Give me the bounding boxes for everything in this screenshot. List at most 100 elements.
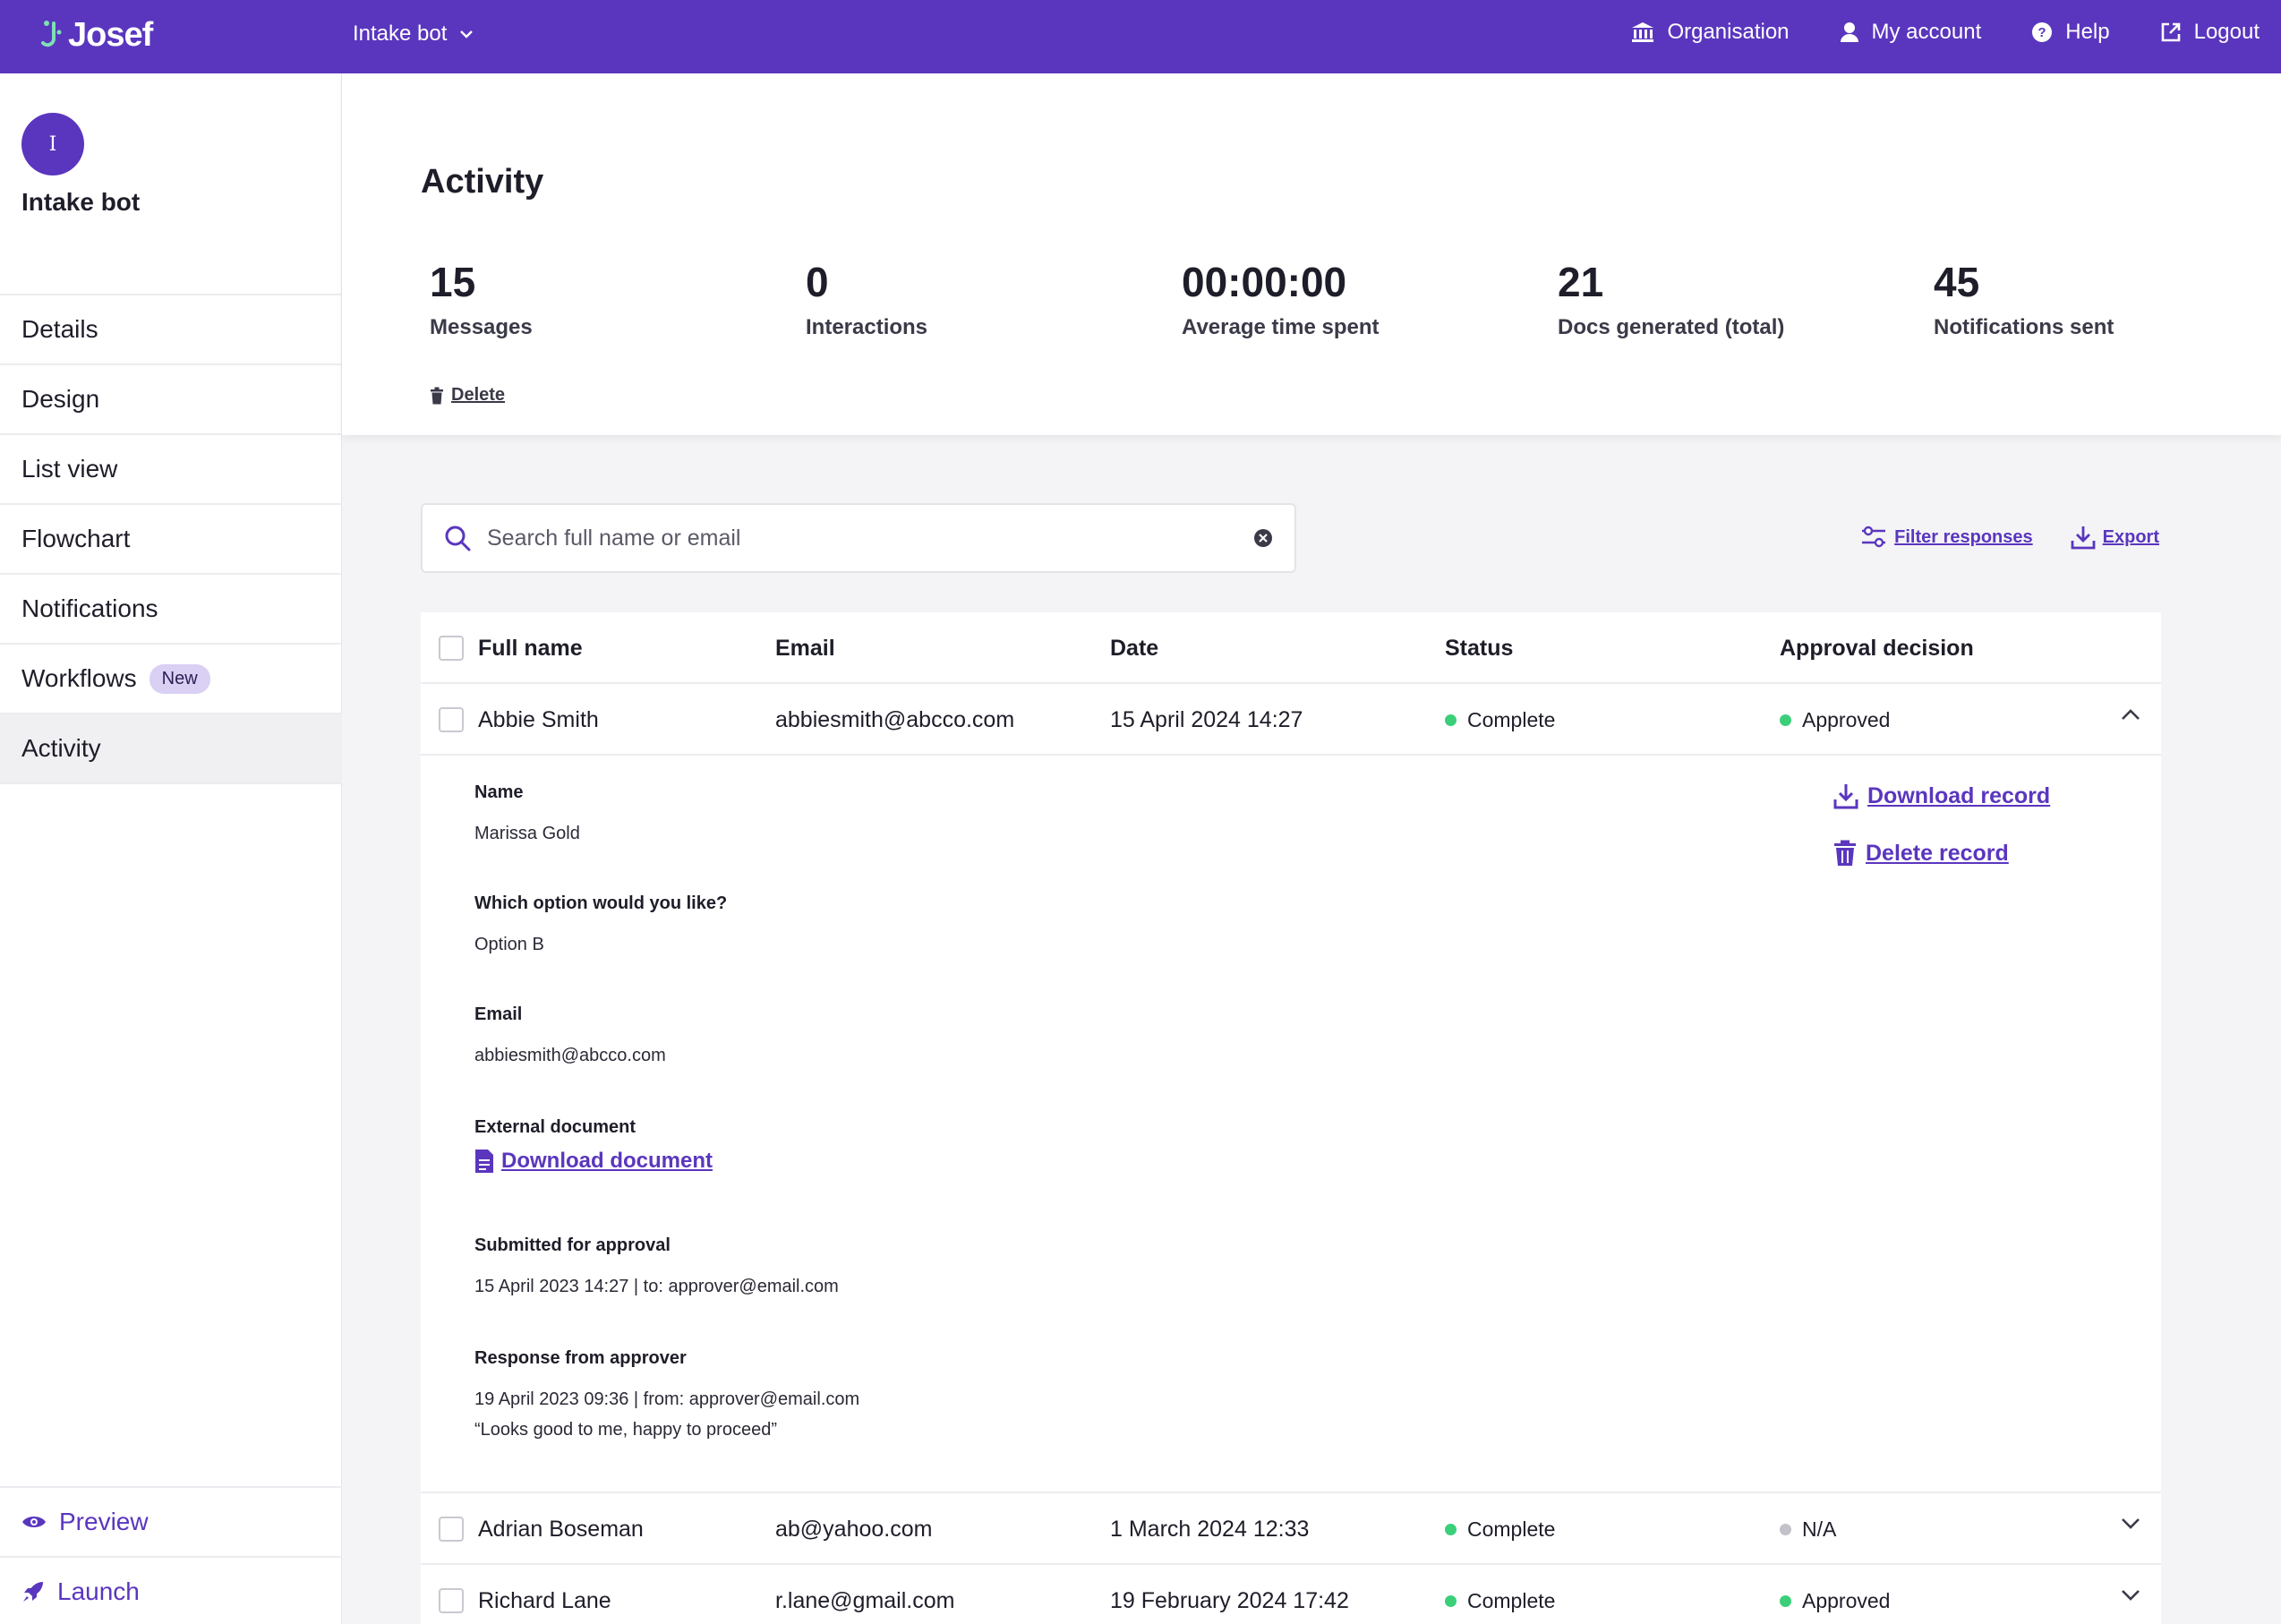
stat-value: 0 bbox=[806, 259, 829, 305]
column-header-date[interactable]: Date bbox=[1110, 612, 1158, 684]
select-all-checkbox[interactable] bbox=[439, 636, 464, 661]
sidebar-item-workflows[interactable]: Workflows New bbox=[0, 645, 342, 714]
eye-icon bbox=[22, 1517, 46, 1527]
sidebar-item-design[interactable]: Design bbox=[0, 365, 342, 435]
stat-label: Docs generated (total) bbox=[1558, 315, 1785, 339]
logo-mark-icon bbox=[41, 20, 62, 47]
field-value: abbiesmith@abcco.com bbox=[474, 1046, 666, 1065]
josef-logo[interactable]: Josef bbox=[39, 16, 153, 55]
preview-button[interactable]: Preview bbox=[0, 1488, 342, 1558]
table-row[interactable]: Adrian Boseman ab@yahoo.com 1 March 2024… bbox=[421, 1493, 2161, 1565]
sidebar-item-label: Details bbox=[21, 315, 98, 343]
column-header-status[interactable]: Status bbox=[1445, 612, 1513, 684]
chevron-down-icon[interactable] bbox=[2120, 1588, 2141, 1603]
stat-average-time: 00:00:00 Average time spent bbox=[1182, 261, 1558, 340]
field-label: Submitted for approval bbox=[474, 1235, 671, 1255]
stat-notifications-sent: 45 Notifications sent bbox=[1934, 261, 2281, 340]
column-header-full-name[interactable]: Full name bbox=[478, 612, 583, 684]
nav-organisation-label: Organisation bbox=[1667, 20, 1790, 44]
status-dot bbox=[1445, 714, 1457, 726]
field-label: Response from approver bbox=[474, 1348, 687, 1368]
field-value: 19 April 2023 09:36 | from: approver@ema… bbox=[474, 1389, 860, 1409]
row-status: Complete bbox=[1445, 684, 1555, 756]
filter-sliders-icon bbox=[1862, 526, 1886, 548]
nav-my-account-label: My account bbox=[1871, 20, 1982, 44]
logout-icon bbox=[2161, 22, 2180, 42]
field-value: Marissa Gold bbox=[474, 824, 580, 843]
detail-external-document: External document Download document bbox=[474, 1117, 713, 1174]
download-icon bbox=[2071, 526, 2096, 550]
status-text: Complete bbox=[1467, 1588, 1556, 1612]
response-quote: “Looks good to me, happy to proceed” bbox=[474, 1420, 777, 1440]
new-badge: New bbox=[149, 663, 210, 694]
sidebar-bottom: Preview Launch bbox=[0, 1486, 342, 1624]
row-email: r.lane@gmail.com bbox=[775, 1587, 955, 1613]
stat-value: 21 bbox=[1558, 259, 1604, 305]
sidebar-item-flowchart[interactable]: Flowchart bbox=[0, 505, 342, 575]
sidebar-item-details[interactable]: Details bbox=[0, 295, 342, 365]
detail-submitted: Submitted for approval 15 April 2023 14:… bbox=[474, 1235, 839, 1301]
bot-switcher[interactable]: Intake bot bbox=[353, 21, 474, 47]
delete-label: Delete bbox=[451, 385, 506, 405]
row-checkbox[interactable] bbox=[439, 1588, 464, 1613]
sidebar-nav: Details Design List view Flowchart Notif… bbox=[0, 294, 342, 784]
delete-record-link[interactable]: Delete record bbox=[1833, 840, 2050, 867]
download-record-label: Download record bbox=[1867, 782, 2051, 808]
status-dot bbox=[1445, 1594, 1457, 1607]
launch-button[interactable]: Launch bbox=[0, 1558, 342, 1624]
activity-header: Activity 15 Messages 0 Interactions 00:0… bbox=[342, 73, 2281, 435]
stat-label: Interactions bbox=[806, 315, 928, 339]
stat-label: Average time spent bbox=[1182, 315, 1380, 339]
detail-option: Which option would you like? Option B bbox=[474, 893, 727, 959]
chevron-down-icon[interactable] bbox=[2120, 1517, 2141, 1531]
sidebar-item-label: Flowchart bbox=[21, 525, 131, 552]
sidebar-item-activity[interactable]: Activity bbox=[0, 714, 342, 784]
download-document-label: Download document bbox=[501, 1149, 713, 1173]
stat-label: Messages bbox=[430, 315, 533, 339]
sidebar-item-list-view[interactable]: List view bbox=[0, 435, 342, 505]
top-bar: Josef Intake bot Organisation My account bbox=[0, 0, 2281, 73]
column-header-approval[interactable]: Approval decision bbox=[1780, 612, 1974, 684]
row-date: 15 April 2024 14:27 bbox=[1110, 706, 1303, 732]
row-detail-panel: Name Marissa Gold Which option would you… bbox=[421, 756, 2161, 1493]
export-link[interactable]: Export bbox=[2071, 525, 2159, 550]
table-row[interactable]: Richard Lane r.lane@gmail.com 19 Februar… bbox=[421, 1565, 2161, 1624]
download-icon bbox=[1833, 784, 1858, 809]
field-label: Which option would you like? bbox=[474, 893, 728, 913]
sidebar-item-label: Notifications bbox=[21, 594, 158, 622]
approval-dot bbox=[1780, 1523, 1791, 1535]
filter-responses-link[interactable]: Filter responses bbox=[1860, 525, 2033, 550]
nav-logout[interactable]: Logout bbox=[2160, 20, 2260, 45]
launch-label: Launch bbox=[57, 1577, 140, 1605]
logo-text: Josef bbox=[68, 16, 153, 54]
column-header-email[interactable]: Email bbox=[775, 612, 835, 684]
stat-value: 15 bbox=[430, 259, 476, 305]
download-record-link[interactable]: Download record bbox=[1833, 782, 2050, 809]
table-row[interactable]: Abbie Smith abbiesmith@abcco.com 15 Apri… bbox=[421, 684, 2161, 756]
field-value: Option B bbox=[474, 935, 544, 954]
sidebar-item-label: Workflows bbox=[21, 664, 137, 692]
search-icon bbox=[445, 526, 471, 551]
chevron-up-icon[interactable] bbox=[2120, 707, 2141, 722]
row-checkbox[interactable] bbox=[439, 707, 464, 732]
approval-text: N/A bbox=[1802, 1517, 1837, 1541]
table-header-row: Full name Email Date Status Approval dec… bbox=[421, 612, 2161, 684]
svg-text:?: ? bbox=[2038, 25, 2046, 40]
nav-organisation[interactable]: Organisation bbox=[1631, 20, 1790, 45]
search-input[interactable] bbox=[487, 525, 1237, 551]
bot-switcher-label: Intake bot bbox=[353, 21, 448, 46]
approval-dot bbox=[1780, 1594, 1791, 1607]
export-label: Export bbox=[2102, 526, 2159, 547]
sidebar-item-label: Activity bbox=[21, 734, 101, 762]
preview-label: Preview bbox=[59, 1508, 149, 1535]
status-text: Complete bbox=[1467, 1517, 1556, 1541]
clear-search-icon[interactable] bbox=[1253, 528, 1273, 548]
sidebar-item-notifications[interactable]: Notifications bbox=[0, 575, 342, 645]
rocket-icon bbox=[23, 1582, 43, 1602]
download-document-link[interactable]: Download document bbox=[474, 1149, 713, 1174]
delete-activity-link[interactable]: Delete bbox=[430, 385, 505, 406]
bot-name: Intake bot bbox=[21, 188, 141, 216]
nav-help[interactable]: ? Help bbox=[2031, 20, 2110, 45]
nav-my-account[interactable]: My account bbox=[1840, 20, 1982, 45]
row-checkbox[interactable] bbox=[439, 1517, 464, 1542]
